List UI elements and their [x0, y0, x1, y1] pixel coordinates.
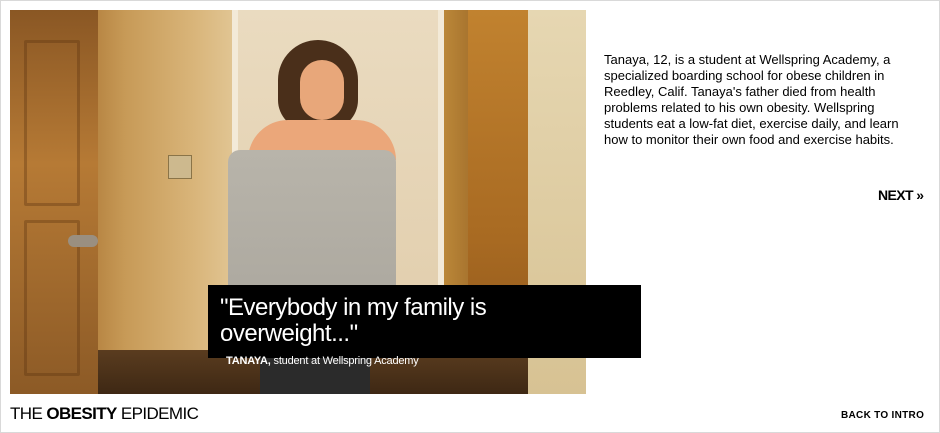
brand-suffix: EPIDEMIC [120, 404, 199, 423]
brand-bold: OBESITY [46, 404, 117, 423]
quote-attribution: TANAYA, student at Wellspring Academy [226, 355, 629, 367]
person-face [300, 60, 344, 120]
quote-text: "Everybody in my family is overweight...… [220, 294, 487, 347]
brand-title: THE OBESITY EPIDEMIC [10, 404, 199, 424]
door-handle [68, 235, 98, 247]
quote-role: student at Wellspring Academy [273, 355, 419, 367]
brand-prefix: THE [10, 404, 43, 423]
back-to-intro-button[interactable]: BACK TO INTRO [841, 410, 924, 421]
light-switch [168, 155, 192, 179]
door-panel [24, 40, 80, 206]
quote-name: TANAYA, [226, 355, 271, 367]
quote-overlay: "Everybody in my family is overweight...… [208, 285, 641, 367]
story-caption: Tanaya, 12, is a student at Wellspring A… [604, 52, 899, 147]
next-button[interactable]: NEXT » [878, 187, 924, 203]
